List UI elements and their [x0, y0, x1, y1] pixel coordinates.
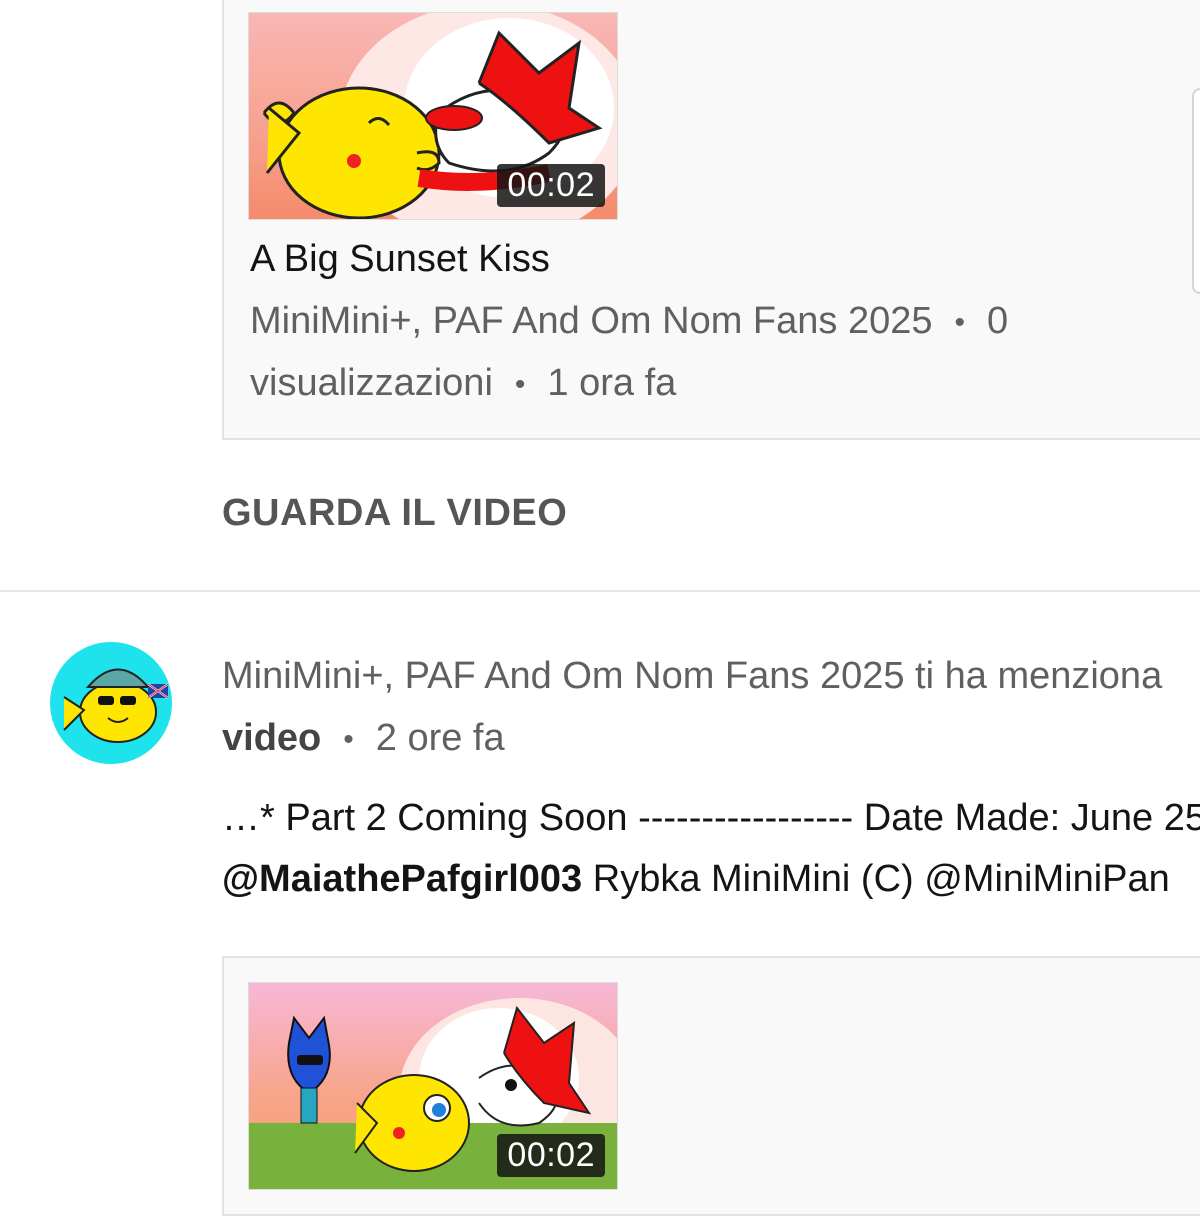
- watch-video-button[interactable]: GUARDA IL VIDEO: [222, 492, 567, 535]
- video-duration-badge: 00:02: [497, 1134, 605, 1177]
- user-mention-link[interactable]: @MaiathePafgirl003: [222, 858, 582, 900]
- notification-type: video: [222, 717, 322, 759]
- notification-meta: video • 2 ore fa: [222, 717, 505, 760]
- fish-avatar-icon: [63, 668, 169, 743]
- side-scroll-handle[interactable]: [1192, 88, 1200, 294]
- channel-name[interactable]: MiniMini+, PAF And Om Nom Fans 2025: [250, 300, 933, 342]
- separator-dot: •: [954, 305, 966, 339]
- notification-text[interactable]: MiniMini+, PAF And Om Nom Fans 2025 ti h…: [222, 655, 1162, 698]
- video-meta-line-2: visualizzazioni • 1 ora fa: [250, 362, 676, 405]
- separator-dot: •: [343, 722, 354, 756]
- video-thumbnail[interactable]: 00:02: [248, 982, 618, 1190]
- comment-excerpt-text: Rybka MiniMini (C) @MiniMiniPan: [582, 858, 1170, 900]
- comment-excerpt-line-1: …* Part 2 Coming Soon ----------------- …: [222, 797, 1200, 839]
- video-meta-line-1: MiniMini+, PAF And Om Nom Fans 2025 • 0: [250, 300, 1008, 343]
- separator-dot: •: [514, 367, 526, 401]
- notification-divider: [0, 590, 1200, 592]
- avatar[interactable]: [50, 642, 172, 764]
- upload-time: 1 ora fa: [547, 362, 677, 404]
- comment-excerpt-line-2: @MaiathePafgirl003 Rybka MiniMini (C) @M…: [222, 858, 1170, 901]
- view-count: 0: [987, 300, 1009, 342]
- view-count-label: visualizzazioni: [250, 362, 493, 404]
- video-duration-badge: 00:02: [497, 164, 605, 207]
- video-thumbnail[interactable]: 00:02: [248, 12, 618, 220]
- notification-time: 2 ore fa: [375, 717, 505, 759]
- video-title[interactable]: A Big Sunset Kiss: [250, 238, 550, 281]
